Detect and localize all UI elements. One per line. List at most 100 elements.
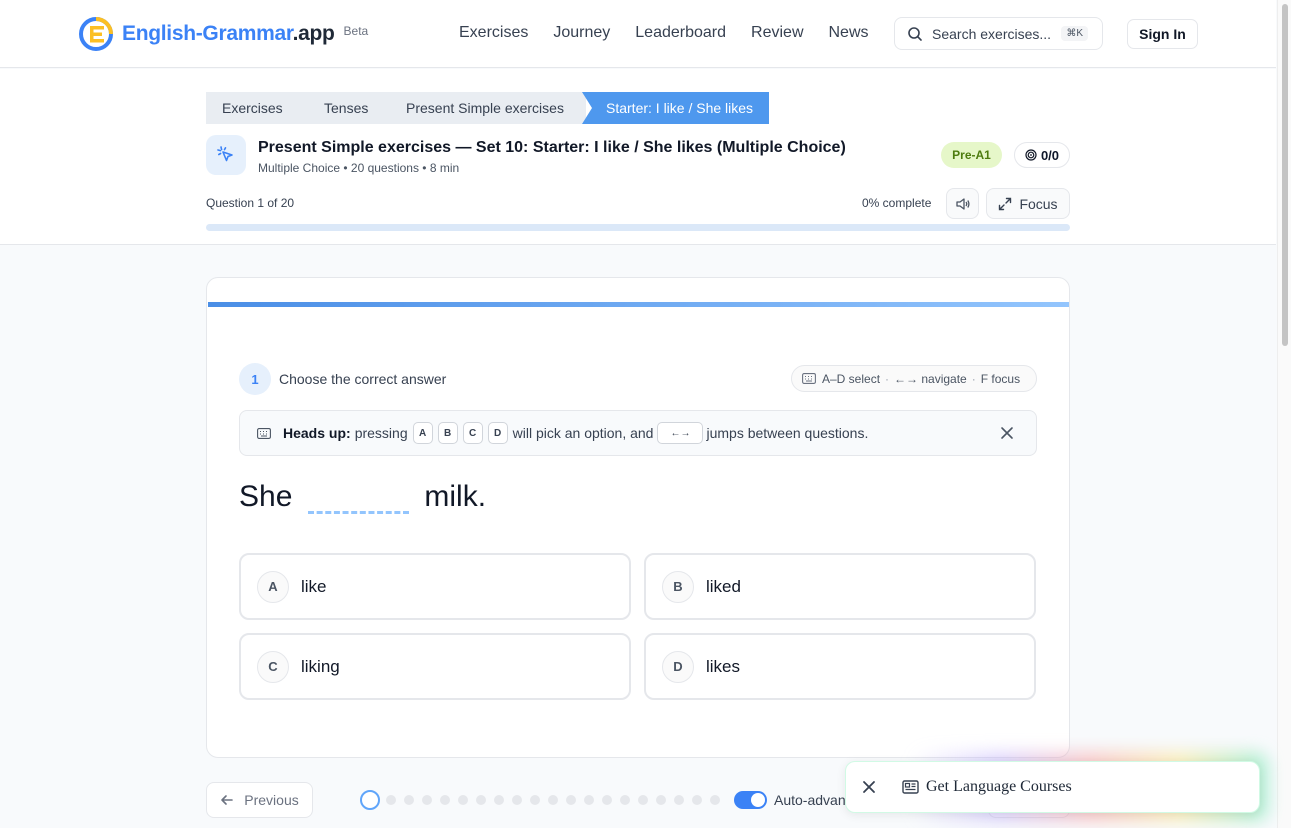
key-c: C <box>462 422 483 444</box>
search-input[interactable]: Search exercises... ⌘K <box>894 17 1103 50</box>
question-dot[interactable] <box>656 795 666 805</box>
brand-name: English-Grammar <box>122 22 293 45</box>
heads-up-label: Heads up: <box>283 425 351 441</box>
score-value: 0/0 <box>1040 147 1060 163</box>
search-placeholder: Search exercises... <box>932 25 1052 42</box>
key-d: D <box>487 422 508 444</box>
question-dot[interactable] <box>710 795 720 805</box>
promo-text: Get Language Courses <box>926 778 1072 795</box>
question-dot[interactable] <box>548 795 558 805</box>
question-counter: Question 1 of 20 <box>206 196 295 210</box>
question-dots <box>360 790 728 810</box>
previous-label: Previous <box>244 792 299 808</box>
heads-up-post: jumps between questions. <box>706 425 869 441</box>
hint-navigate: ←→ navigate <box>894 371 967 386</box>
site-header: English-Grammar.app Beta Exercises Journ… <box>0 0 1276 68</box>
percent-complete: 0% complete <box>862 196 932 210</box>
option-c[interactable]: C liking <box>239 633 631 700</box>
page-title: Present Simple exercises — Set 10: Start… <box>258 139 846 156</box>
breadcrumb-current: Starter: I like / She likes <box>582 92 770 124</box>
question-dot[interactable] <box>602 795 612 805</box>
option-b[interactable]: B liked <box>644 553 1036 620</box>
score-badge: 0/0 <box>1014 142 1070 168</box>
sign-in-button[interactable]: Sign In <box>1127 19 1198 49</box>
nav-leaderboard[interactable]: Leaderboard <box>635 24 726 42</box>
question-dot[interactable] <box>584 795 594 805</box>
question-dot[interactable] <box>530 795 540 805</box>
toggle-knob <box>751 793 765 807</box>
focus-label: Focus <box>1019 195 1058 212</box>
search-icon <box>908 26 922 41</box>
breadcrumb-tenses[interactable]: Tenses <box>304 92 386 124</box>
question-dot[interactable] <box>512 795 522 805</box>
key-b: B <box>437 422 458 444</box>
keyboard-icon <box>257 427 271 439</box>
nav-review[interactable]: Review <box>751 24 803 42</box>
focus-button[interactable]: Focus <box>986 188 1070 219</box>
nav-exercises[interactable]: Exercises <box>459 24 528 42</box>
level-badge: Pre-A1 <box>941 142 1002 168</box>
arrow-left-icon <box>221 795 234 805</box>
expand-icon <box>999 197 1012 210</box>
breadcrumb: Exercises Tenses Present Simple exercise… <box>206 92 770 124</box>
question-dot[interactable] <box>674 795 684 805</box>
sentence-before: She <box>239 480 293 513</box>
option-text: likes <box>706 656 741 676</box>
heads-up-pre: pressing <box>354 425 408 441</box>
main-nav: Exercises Journey Leaderboard Review New… <box>459 24 894 42</box>
question-dot[interactable] <box>386 795 396 805</box>
hint-focus: F focus <box>980 371 1021 386</box>
newspaper-icon <box>902 780 919 794</box>
option-a[interactable]: A like <box>239 553 631 620</box>
beta-badge: Beta <box>343 24 369 38</box>
question-dot[interactable] <box>494 795 504 805</box>
question-dot[interactable] <box>638 795 648 805</box>
hint-select: A–D select <box>822 371 881 386</box>
question-prompt: Choose the correct answer <box>279 371 447 387</box>
sentence-after: milk. <box>424 480 487 513</box>
logo[interactable]: English-Grammar.app Beta <box>78 16 368 52</box>
question-dot[interactable] <box>620 795 630 805</box>
cursor-click-icon <box>206 135 246 175</box>
promo-popup[interactable]: Get Language Courses <box>845 761 1260 813</box>
heads-up-banner: Heads up: pressing A B C D will pick an … <box>239 410 1037 456</box>
question-dot[interactable] <box>458 795 468 805</box>
nav-journey[interactable]: Journey <box>553 24 610 42</box>
question-dot[interactable] <box>422 795 432 805</box>
brand-suffix: .app <box>292 22 335 45</box>
card-accent-bar <box>208 302 1069 307</box>
heads-up-mid: will pick an option, and <box>512 425 654 441</box>
scrollbar-thumb[interactable] <box>1282 4 1288 346</box>
page-scrollbar[interactable] <box>1277 0 1291 828</box>
progress-bar <box>206 224 1070 231</box>
question-dot[interactable] <box>404 795 414 805</box>
nav-news[interactable]: News <box>829 24 869 42</box>
option-d[interactable]: D likes <box>644 633 1036 700</box>
question-dot[interactable] <box>476 795 486 805</box>
target-icon <box>1025 149 1037 161</box>
previous-button[interactable]: Previous <box>206 782 313 818</box>
exercise-meta: Multiple Choice • 20 questions • 8 min <box>258 161 460 175</box>
audio-button[interactable] <box>946 188 979 219</box>
question-dot[interactable] <box>566 795 576 805</box>
breadcrumb-exercises[interactable]: Exercises <box>206 92 304 124</box>
breadcrumb-present-simple[interactable]: Present Simple exercises <box>386 92 586 124</box>
question-card: 1 Choose the correct answer A–D select ·… <box>206 277 1070 758</box>
key-arrows: ←→ <box>657 422 704 444</box>
speaker-icon <box>955 197 970 210</box>
question-dot-current[interactable] <box>360 790 380 810</box>
auto-advance-toggle[interactable] <box>734 791 767 809</box>
close-icon[interactable] <box>1000 426 1014 440</box>
keyboard-icon <box>802 373 816 384</box>
question-dot[interactable] <box>440 795 450 805</box>
key-a: A <box>412 422 433 444</box>
option-letter: C <box>257 650 289 683</box>
search-shortcut: ⌘K <box>1061 26 1088 41</box>
question-sentence: She milk. <box>239 480 486 514</box>
question-dot[interactable] <box>692 795 702 805</box>
option-letter: B <box>662 570 694 603</box>
keyboard-hints: A–D select · ←→ navigate · F focus <box>791 365 1037 392</box>
close-icon[interactable] <box>862 780 876 794</box>
option-letter: D <box>662 650 694 683</box>
option-text: liking <box>301 656 340 676</box>
